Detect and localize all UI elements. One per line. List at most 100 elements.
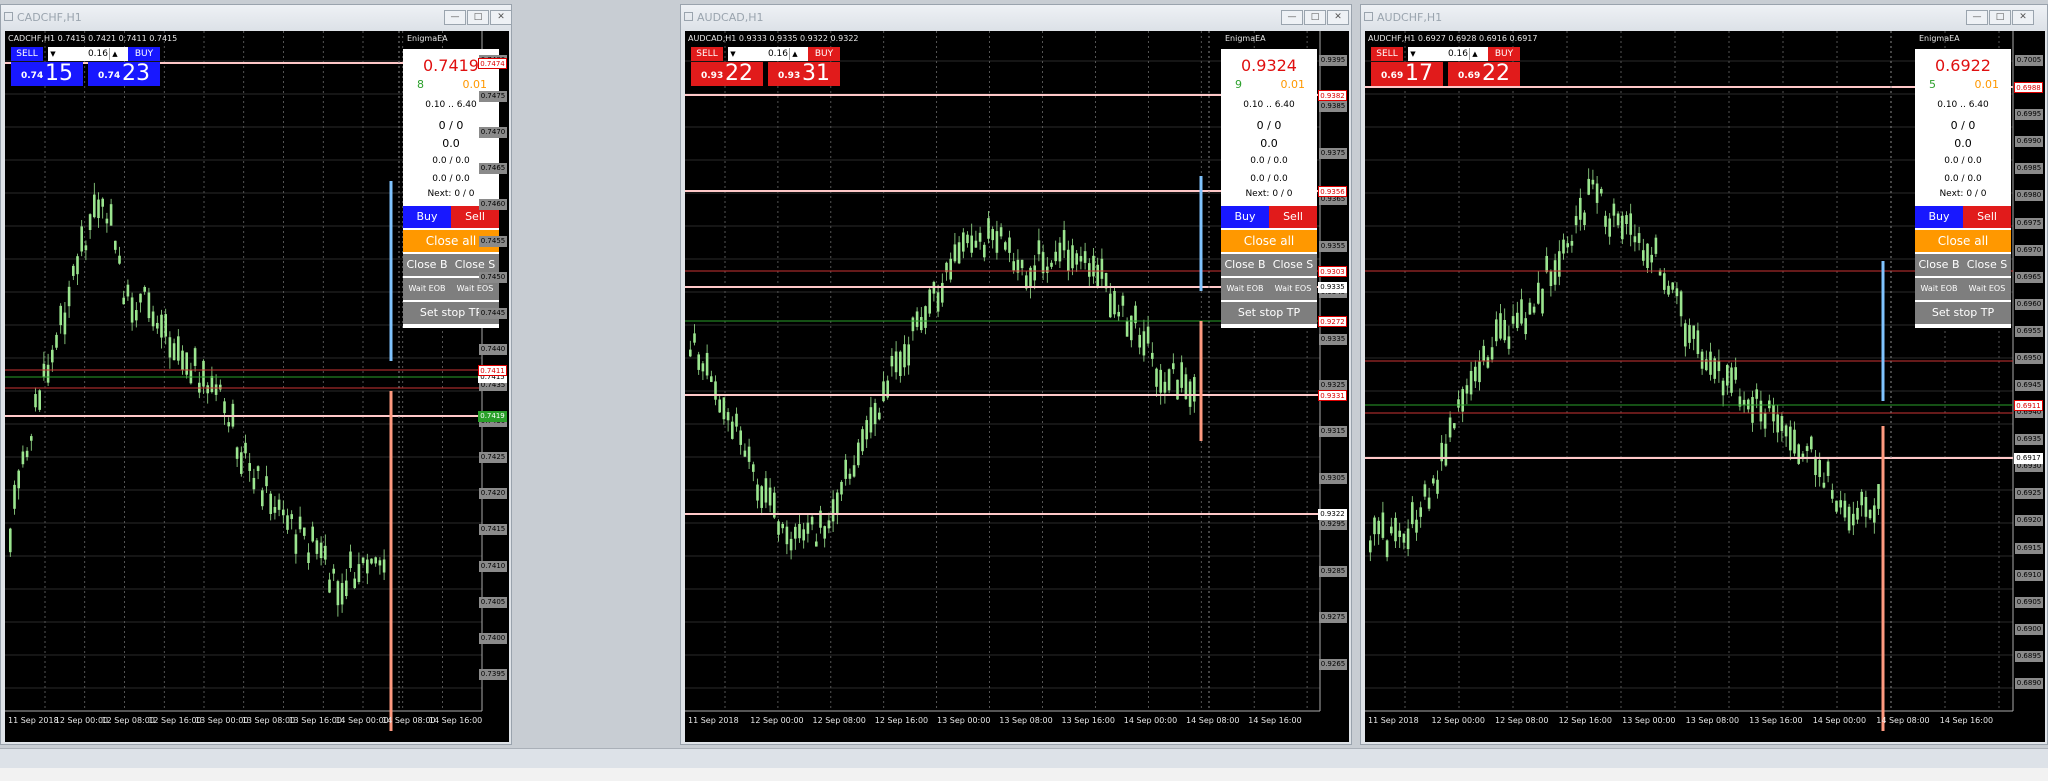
lot-size-input[interactable]: ▼ 0.16 ▲ <box>48 47 128 61</box>
price-tag: 0.7411 <box>478 365 507 376</box>
x-axis-tick-label: 12 Sep 00:00 <box>750 716 804 725</box>
y-axis-tick-label: 0.9275 <box>1319 612 1347 624</box>
profit-value: 0.0 <box>1954 137 1972 150</box>
y-axis-tick-label: 0.6915 <box>2015 542 2043 554</box>
price-tag: 0.9322 <box>1318 509 1347 520</box>
price-tag: 0.9331 <box>1318 390 1347 401</box>
close-sell-button[interactable]: Close S <box>1963 254 2011 276</box>
buy-button[interactable]: BUY <box>1488 47 1520 61</box>
panel-buy-button[interactable]: Buy <box>1915 206 1963 228</box>
set-stop-tp-button[interactable]: Set stop TP <box>1915 302 2011 324</box>
y-axis-tick-label: 0.9305 <box>1319 472 1347 484</box>
lot-size-input[interactable]: ▼ 0.16 ▲ <box>728 47 808 61</box>
buy-button[interactable]: BUY <box>128 47 160 61</box>
status-bar <box>0 748 2048 769</box>
close-buy-button[interactable]: Close B <box>1915 254 1963 276</box>
price-tag: 0.6911 <box>2014 400 2043 411</box>
x-axis-tick-label: 12 Sep 08:00 <box>1495 716 1549 725</box>
y-axis-tick-label: 0.6890 <box>2015 677 2043 689</box>
price-chart[interactable]: CADCHF,H1 0.7415 0.7421 0.7411 0.7415 En… <box>5 31 509 742</box>
panel-sell-button[interactable]: Sell <box>1963 206 2011 228</box>
point-value: 0.01 <box>462 78 488 91</box>
chart-window-cadchf[interactable]: CADCHF,H1 — □ ✕ CADCHF,H1 0.7415 0.7421 … <box>0 4 512 745</box>
y-axis-tick-label: 0.7405 <box>479 596 507 608</box>
wait-eos-button[interactable]: Wait EOS <box>1963 278 2011 300</box>
close-all-button[interactable]: Close all <box>1915 230 2011 252</box>
buy-button[interactable]: BUY <box>808 47 840 61</box>
sell-price-small: 0.74 <box>21 71 44 81</box>
window-titlebar[interactable]: AUDCAD,H1 — □ ✕ <box>681 5 1351 30</box>
x-axis-tick-label: 13 Sep 00:00 <box>1622 716 1676 725</box>
maximize-button[interactable]: □ <box>1989 10 2011 25</box>
panel-buy-button[interactable]: Buy <box>403 206 451 228</box>
spread-value: 8 <box>417 78 424 91</box>
y-axis-tick-label: 0.7400 <box>479 632 507 644</box>
sell-button[interactable]: SELL <box>1371 47 1403 61</box>
close-buy-button[interactable]: Close B <box>1221 254 1269 276</box>
panel-buy-button[interactable]: Buy <box>1221 206 1269 228</box>
ea-control-panel: 0.9324 9 0.01 0.10 .. 6.40 0 / 0 0.0 0.0 / 0.0… <box>1221 49 1317 328</box>
y-axis-tick-label: 0.7410 <box>479 560 507 572</box>
lot-size-input[interactable]: ▼ 0.16 ▲ <box>1408 47 1488 61</box>
sell-button[interactable]: SELL <box>691 47 723 61</box>
close-button[interactable]: ✕ <box>1327 10 1349 25</box>
close-sell-button[interactable]: Close S <box>1269 254 1317 276</box>
panel-sell-button[interactable]: Sell <box>1269 206 1317 228</box>
price-tag: 0.6917 <box>2014 453 2043 464</box>
chart-window-audcad[interactable]: AUDCAD,H1 — □ ✕ AUDCAD,H1 0.9333 0.9335 … <box>680 4 1352 745</box>
wait-eob-button[interactable]: Wait EOB <box>403 278 451 300</box>
ea-control-panel: 0.6922 5 0.01 0.10 .. 6.40 0 / 0 0.0 0.0 / 0.0… <box>1915 49 2011 328</box>
y-axis-tick-label: 0.6910 <box>2015 569 2043 581</box>
lot-down-arrow-icon[interactable]: ▼ <box>48 48 58 60</box>
window-titlebar[interactable]: AUDCHF,H1 — □ ✕ <box>1361 5 2047 30</box>
wait-eob-button[interactable]: Wait EOB <box>1221 278 1269 300</box>
taskbar-strip <box>0 768 2048 781</box>
y-axis-tick-label: 0.7445 <box>479 307 507 319</box>
buy-price-button[interactable]: 0.93 31 <box>768 62 840 86</box>
lot-up-arrow-icon[interactable]: ▲ <box>789 48 800 60</box>
sell-button[interactable]: SELL <box>11 47 43 61</box>
chart-window-audchf[interactable]: AUDCHF,H1 — □ ✕ AUDCHF,H1 0.6927 0.6928 … <box>1360 4 2048 745</box>
close-button[interactable]: ✕ <box>2012 10 2034 25</box>
wait-eob-button[interactable]: Wait EOB <box>1915 278 1963 300</box>
minimize-button[interactable]: — <box>1966 10 1988 25</box>
lot-down-arrow-icon[interactable]: ▼ <box>728 48 738 60</box>
y-axis-tick-label: 0.6895 <box>2015 650 2043 662</box>
maximize-button[interactable]: □ <box>467 10 489 25</box>
lot-up-arrow-icon[interactable]: ▲ <box>109 48 120 60</box>
y-axis-tick-label: 0.6990 <box>2015 136 2043 148</box>
minimize-button[interactable]: — <box>1281 10 1303 25</box>
y-axis-tick-label: 0.6950 <box>2015 352 2043 364</box>
close-button[interactable]: ✕ <box>490 10 512 25</box>
ea-label: EnigmaEA <box>407 34 448 43</box>
price-chart[interactable]: AUDCHF,H1 0.6927 0.6928 0.6916 0.6917 En… <box>1365 31 2045 742</box>
sell-price-big: 22 <box>725 61 753 86</box>
close-buy-button[interactable]: Close B <box>403 254 451 276</box>
lot-value: 0.16 <box>1447 49 1468 59</box>
x-axis-tick-label: 14 Sep 08:00 <box>382 716 436 725</box>
x-axis-tick-label: 13 Sep 00:00 <box>937 716 991 725</box>
buy-price-button[interactable]: 0.74 23 <box>88 62 160 86</box>
sell-price-button[interactable]: 0.93 22 <box>691 62 763 86</box>
set-stop-tp-button[interactable]: Set stop TP <box>1221 302 1317 324</box>
buy-price-big: 23 <box>122 61 150 86</box>
symbol-info: AUDCHF,H1 0.6927 0.6928 0.6916 0.6917 <box>1368 34 1538 43</box>
y-axis-tick-label: 0.7420 <box>479 488 507 500</box>
window-titlebar[interactable]: CADCHF,H1 — □ ✕ <box>1 5 512 30</box>
sell-price-button[interactable]: 0.74 15 <box>11 62 83 86</box>
close-all-button[interactable]: Close all <box>1221 230 1317 252</box>
minimize-button[interactable]: — <box>444 10 466 25</box>
x-axis-tick-label: 12 Sep 16:00 <box>874 716 929 725</box>
lot-up-arrow-icon[interactable]: ▲ <box>1469 48 1480 60</box>
x-axis-tick-label: 14 Sep 08:00 <box>1186 716 1240 725</box>
wait-eos-button[interactable]: Wait EOS <box>1269 278 1317 300</box>
y-axis-tick-label: 0.7460 <box>479 199 507 211</box>
lot-down-arrow-icon[interactable]: ▼ <box>1408 48 1418 60</box>
y-axis-tick-label: 0.7450 <box>479 271 507 283</box>
y-axis-tick-label: 0.6925 <box>2015 488 2043 500</box>
price-tag: 0.7419 <box>478 411 507 422</box>
buy-price-button[interactable]: 0.69 22 <box>1448 62 1520 86</box>
sell-price-button[interactable]: 0.69 17 <box>1371 62 1443 86</box>
price-chart[interactable]: AUDCAD,H1 0.9333 0.9335 0.9322 0.9322 En… <box>685 31 1349 742</box>
maximize-button[interactable]: □ <box>1304 10 1326 25</box>
